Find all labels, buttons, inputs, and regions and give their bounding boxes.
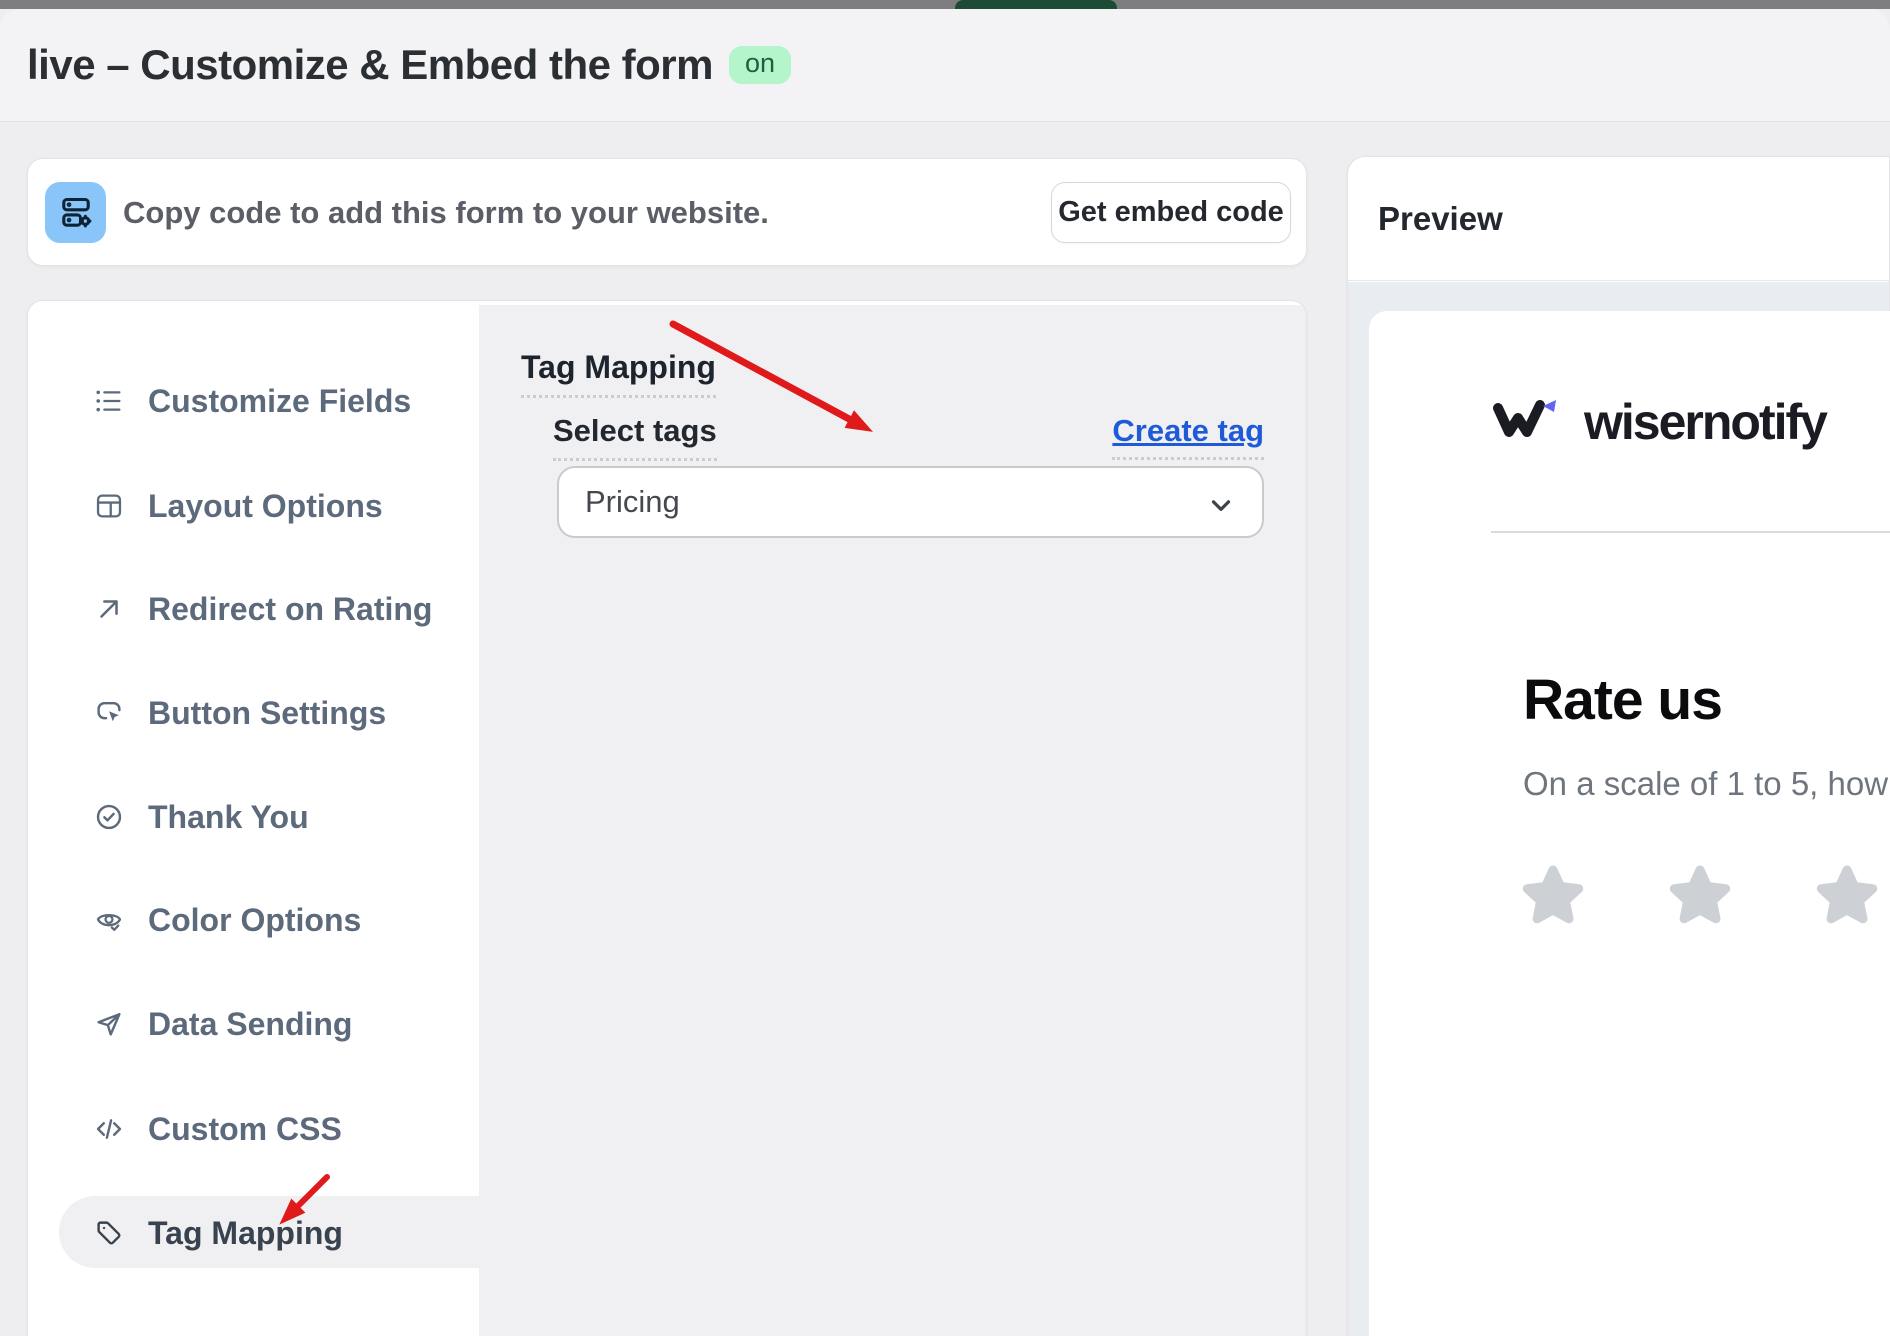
sidebar-item-thank-you[interactable]: Thank You [28, 780, 479, 854]
send-icon [94, 1009, 124, 1039]
sidebar-item-tag-mapping[interactable]: Tag Mapping [28, 1196, 479, 1270]
panel-heading: Tag Mapping [521, 349, 716, 398]
sidebar-item-label: Custom CSS [148, 1111, 342, 1148]
list-icon [94, 386, 124, 416]
sidebar-item-label: Thank You [148, 799, 309, 836]
embed-banner: Copy code to add this form to your websi… [27, 158, 1307, 266]
preview-panel: Preview wisernotify Rate us On a scale o… [1347, 156, 1890, 1336]
eye-check-icon [94, 905, 124, 935]
browser-tab-sliver [955, 0, 1117, 9]
sidebar-item-data-sending[interactable]: Data Sending [28, 987, 479, 1061]
sidebar-item-color-options[interactable]: Color Options [28, 883, 479, 957]
sidebar-item-label: Data Sending [148, 1006, 352, 1043]
preview-body: wisernotify Rate us On a scale of 1 to 5… [1348, 282, 1889, 1336]
preview-title: Preview [1378, 200, 1503, 238]
status-badge: on [729, 46, 791, 84]
tag-mapping-panel: Tag Mapping Select tags Create tag Prici… [479, 305, 1307, 1336]
sidebar-item-button-settings[interactable]: Button Settings [28, 676, 479, 750]
create-tag-link[interactable]: Create tag [1112, 413, 1264, 460]
tag-select-value: Pricing [585, 484, 680, 520]
sidebar-item-label: Button Settings [148, 695, 386, 732]
form-preview-card: wisernotify Rate us On a scale of 1 to 5… [1369, 311, 1890, 1336]
star-icon[interactable] [1815, 863, 1879, 927]
embed-code-icon [45, 182, 106, 243]
divider [1491, 531, 1890, 533]
brand-logo: wisernotify [1490, 393, 1826, 451]
customize-card: Customize Fields Layout Options Redirect… [27, 300, 1307, 1336]
embed-banner-message: Copy code to add this form to your websi… [123, 159, 769, 267]
browser-top-strip [0, 0, 1890, 9]
star-icon[interactable] [1668, 863, 1732, 927]
sidebar-item-label: Customize Fields [148, 383, 411, 420]
settings-sidebar: Customize Fields Layout Options Redirect… [28, 301, 479, 1336]
chevron-down-icon [1206, 490, 1236, 525]
preview-header: Preview [1348, 157, 1889, 281]
star-icon[interactable] [1521, 863, 1585, 927]
check-circle-icon [94, 802, 124, 832]
wisernotify-logo-mark-icon [1490, 396, 1562, 449]
sidebar-item-custom-css[interactable]: Custom CSS [28, 1092, 479, 1166]
select-tags-label: Select tags [553, 413, 717, 461]
app-window: live – Customize & Embed the form on Cop… [0, 0, 1890, 1336]
sidebar-item-label: Tag Mapping [148, 1215, 343, 1252]
cursor-click-icon [94, 698, 124, 728]
code-icon [94, 1114, 124, 1144]
tag-icon [94, 1218, 124, 1248]
sidebar-item-layout-options[interactable]: Layout Options [28, 469, 479, 543]
get-embed-code-button[interactable]: Get embed code [1051, 182, 1291, 243]
brand-name: wisernotify [1584, 393, 1826, 451]
layout-icon [94, 491, 124, 521]
rating-stars [1521, 863, 1879, 927]
tag-select-dropdown[interactable]: Pricing [557, 466, 1264, 538]
sidebar-item-customize-fields[interactable]: Customize Fields [28, 364, 479, 438]
arrow-up-right-icon [94, 594, 124, 624]
page-title: live – Customize & Embed the form [27, 41, 713, 89]
sidebar-item-label: Redirect on Rating [148, 591, 432, 628]
form-subtitle: On a scale of 1 to 5, how [1523, 765, 1888, 803]
page-header: live – Customize & Embed the form on [0, 9, 1890, 122]
form-heading: Rate us [1523, 667, 1722, 733]
sidebar-item-redirect-on-rating[interactable]: Redirect on Rating [28, 572, 479, 646]
sidebar-item-label: Color Options [148, 902, 361, 939]
sidebar-item-label: Layout Options [148, 488, 383, 525]
